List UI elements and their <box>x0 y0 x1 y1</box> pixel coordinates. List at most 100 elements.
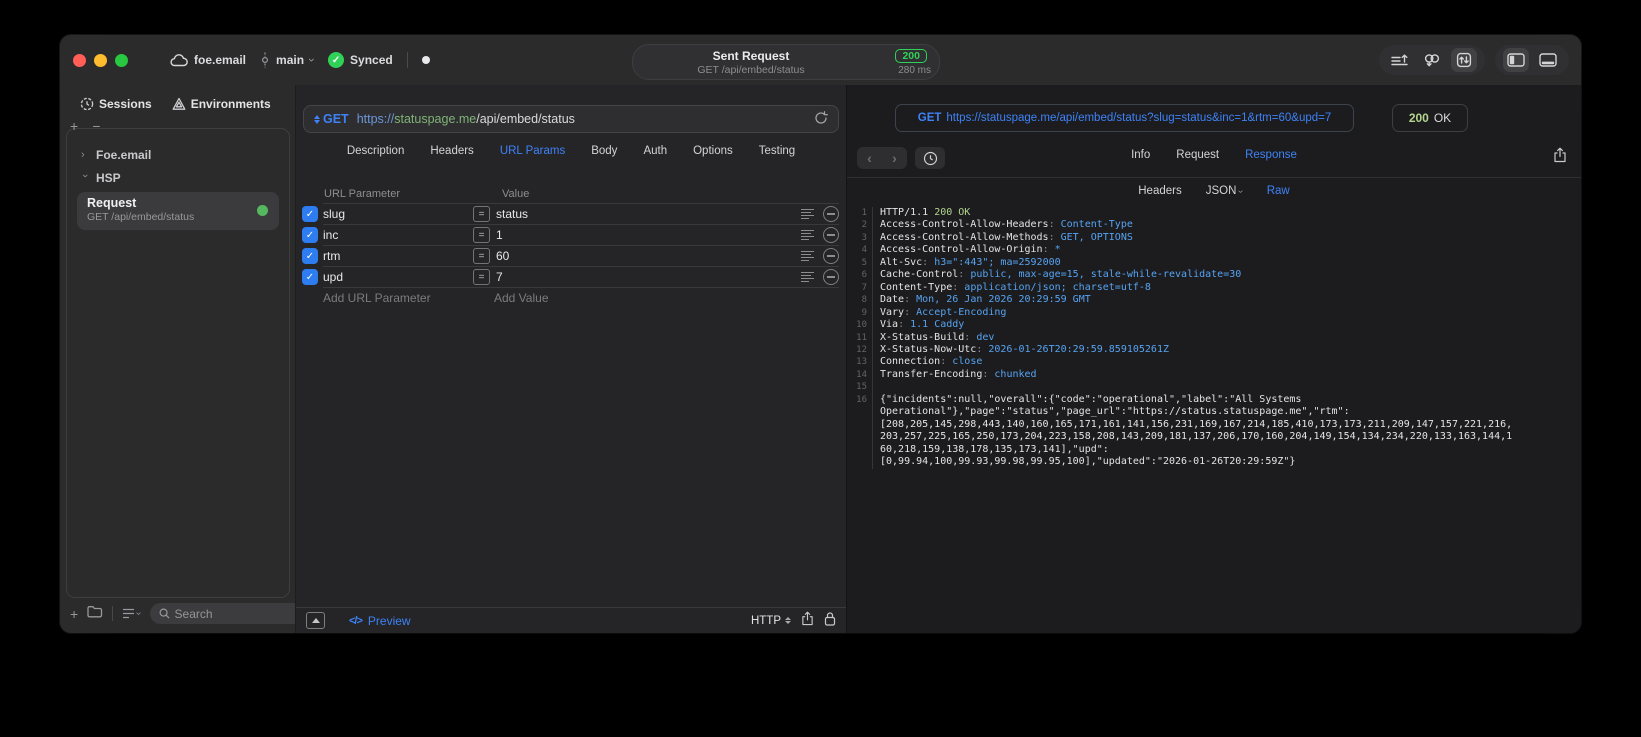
display-options-button[interactable]: › <box>122 608 144 619</box>
line-number: 8 <box>847 294 873 307</box>
drag-handle-icon[interactable] <box>801 251 815 261</box>
add-param-name-input[interactable]: Add URL Parameter <box>323 291 494 305</box>
send-request-button[interactable] <box>814 110 828 128</box>
tree-group-foe-email[interactable]: › Foe.email <box>77 143 279 166</box>
code-line: 9 Vary: Accept-Encoding <box>847 306 1581 320</box>
tab-sessions[interactable]: Sessions <box>80 97 152 111</box>
close-window-button[interactable] <box>73 54 86 67</box>
refresh-icon <box>815 110 828 124</box>
zoom-window-button[interactable] <box>115 54 128 67</box>
method-popup-icon[interactable] <box>314 114 320 124</box>
subtab-json[interactable]: JSON› <box>1206 185 1247 197</box>
search-icon <box>159 608 170 619</box>
code-line: 6 Cache-Control: public, max-age=15, stal… <box>847 269 1581 282</box>
code-line: [0,99.94,100,99.93,99.98,99.95,100],"upd… <box>847 456 1581 469</box>
tab-description[interactable]: Description <box>347 145 405 157</box>
remove-param-button[interactable] <box>823 269 839 285</box>
preview-button[interactable]: </> Preview <box>349 614 411 628</box>
param-name-input[interactable]: rtm <box>323 249 473 263</box>
tree-group-hsp[interactable]: › HSP <box>77 166 279 189</box>
group-label: Foe.email <box>96 147 152 162</box>
status-text: OK <box>1433 111 1452 125</box>
remove-session-button[interactable]: − <box>92 118 100 134</box>
export-button[interactable] <box>801 611 814 631</box>
environments-icon <box>172 97 186 110</box>
drag-handle-icon[interactable] <box>801 272 815 282</box>
tab-headers[interactable]: Headers <box>430 145 473 157</box>
param-checkbox[interactable]: ✓ <box>302 248 318 264</box>
remove-param-button[interactable] <box>823 248 839 264</box>
toggle-console-button[interactable] <box>306 612 325 629</box>
line-number: 3 <box>847 231 873 245</box>
tab-options[interactable]: Options <box>693 145 733 157</box>
drag-handle-icon[interactable] <box>801 230 815 240</box>
box-arrows-icon <box>1456 52 1472 68</box>
subtab-label: Headers <box>1138 185 1182 197</box>
param-value-input[interactable]: 1 <box>496 228 503 242</box>
param-row: ✓ rtm = 60 <box>296 245 846 266</box>
tab-auth[interactable]: Auth <box>643 145 667 157</box>
request-list-item[interactable]: Request GET /api/embed/status <box>77 192 279 230</box>
response-status-box: 200 OK <box>1392 104 1468 132</box>
tab-info[interactable]: Info <box>1131 149 1150 161</box>
toggle-sidebar-button[interactable] <box>1503 48 1529 72</box>
code-line: 8 Date: Mon, 26 Jan 2026 20:29:59 GMT <box>847 294 1581 307</box>
tab-url-params[interactable]: URL Params <box>500 145 565 157</box>
param-name-input[interactable]: inc <box>323 228 473 242</box>
activity-pill[interactable]: Sent Request GET /api/embed/status 200 2… <box>632 44 940 80</box>
tab-body[interactable]: Body <box>591 145 617 157</box>
add-param-value-input[interactable]: Add Value <box>494 291 549 305</box>
param-checkbox[interactable]: ✓ <box>302 269 318 285</box>
sent-url-label: https://statuspage.me/api/embed/status?s… <box>946 112 1332 124</box>
code-line: [208,205,145,298,443,140,160,165,171,161… <box>847 418 1581 432</box>
stepper-icon <box>785 617 791 624</box>
add-request-button[interactable]: + <box>70 606 78 622</box>
cloud-project-button[interactable]: foe.email <box>170 53 246 67</box>
method-label[interactable]: GET <box>323 112 349 126</box>
branch-selector[interactable]: main › <box>260 52 319 68</box>
param-name-input[interactable]: upd <box>323 270 473 284</box>
request-url-bar[interactable]: GET https://statuspage.me/api/embed/stat… <box>303 105 839 133</box>
sync-status[interactable]: ✓ Synced <box>328 52 393 68</box>
remove-param-button[interactable] <box>823 227 839 243</box>
status-badge: 200 <box>895 49 927 63</box>
new-folder-button[interactable] <box>87 605 103 623</box>
share-response-button[interactable] <box>1553 147 1567 168</box>
sync-label: Synced <box>350 53 393 67</box>
request-url[interactable]: https://statuspage.me/api/embed/status <box>357 112 575 126</box>
tab-response[interactable]: Response <box>1245 149 1297 161</box>
subtab-raw[interactable]: Raw <box>1267 185 1290 197</box>
lock-button[interactable] <box>824 611 836 631</box>
param-row: ✓ inc = 1 <box>296 224 846 245</box>
param-name-input[interactable]: slug <box>323 207 473 221</box>
equals-icon: = <box>473 227 490 243</box>
drag-handle-icon[interactable] <box>801 209 815 219</box>
line-number: 12 <box>847 343 873 357</box>
param-value-input[interactable]: status <box>496 207 528 221</box>
add-session-button[interactable]: + <box>70 118 78 134</box>
response-body[interactable]: 1 HTTP/1.1 200 OK 2 Access-Control-Allow-He… <box>847 207 1581 469</box>
remove-param-button[interactable] <box>823 206 839 222</box>
search-input[interactable]: Search <box>149 603 305 624</box>
add-param-row: Add URL Parameter Add Value <box>296 287 846 308</box>
param-value-input[interactable]: 60 <box>496 249 509 263</box>
param-checkbox[interactable]: ✓ <box>302 227 318 243</box>
send-receive-button[interactable] <box>1451 48 1477 72</box>
subtab-headers[interactable]: Headers <box>1138 185 1181 197</box>
toggle-bottom-panel-button[interactable] <box>1535 48 1561 72</box>
import-export-button[interactable] <box>1387 48 1413 72</box>
lock-icon <box>824 611 836 626</box>
tab-environments[interactable]: Environments <box>172 97 271 111</box>
tab-testing[interactable]: Testing <box>759 145 795 157</box>
param-checkbox[interactable]: ✓ <box>302 206 318 222</box>
flow-button[interactable] <box>1419 48 1445 72</box>
protocol-selector[interactable]: HTTP <box>751 615 791 627</box>
line-number <box>847 418 873 432</box>
line-number: 5 <box>847 256 873 270</box>
code-line: 7 Content-Type: application/json; charset… <box>847 281 1581 295</box>
code-line: 11 X-Status-Build: dev <box>847 331 1581 344</box>
minimize-window-button[interactable] <box>94 54 107 67</box>
tab-request[interactable]: Request <box>1176 149 1219 161</box>
sent-request-url[interactable]: GET https://statuspage.me/api/embed/stat… <box>895 104 1354 132</box>
param-value-input[interactable]: 7 <box>496 270 503 284</box>
